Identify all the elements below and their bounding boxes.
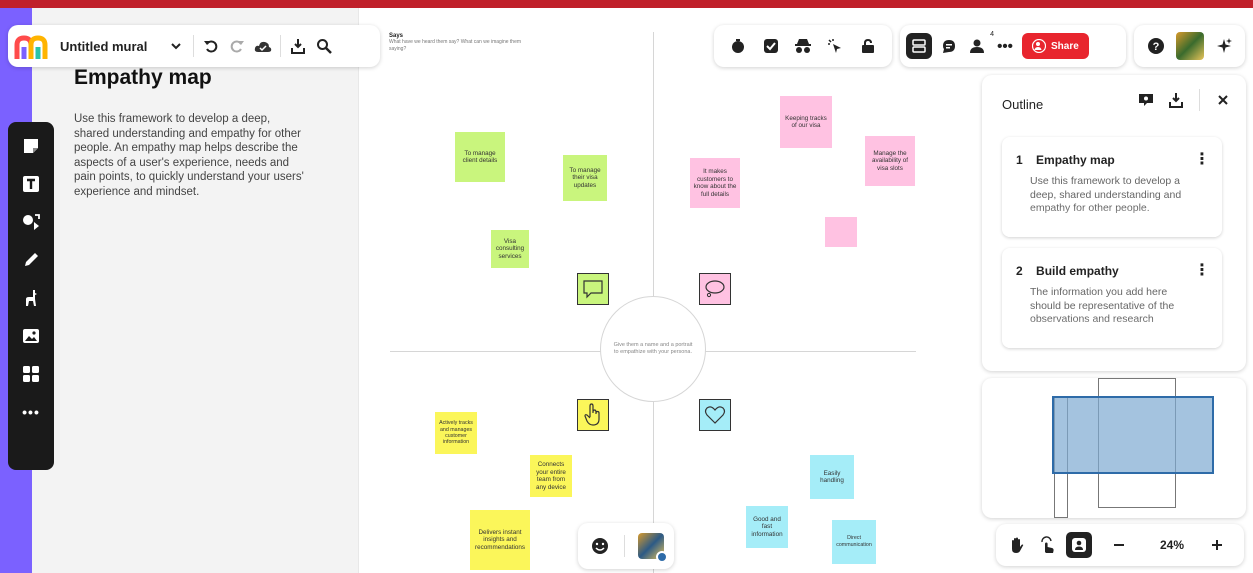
shapes-connectors-icon[interactable] — [19, 212, 43, 232]
sticky-note[interactable]: To manage their visa updates — [563, 155, 607, 201]
sticky-note[interactable]: Actively tracks and manages customer inf… — [435, 412, 477, 454]
select-tap-icon[interactable] — [1036, 534, 1058, 556]
user-avatar[interactable] — [1175, 32, 1204, 60]
ai-sparkle-icon[interactable] — [1213, 35, 1235, 57]
outline-toggle-button[interactable] — [906, 33, 932, 59]
sticky-note-icon[interactable] — [19, 136, 43, 156]
thinks-thought-icon — [699, 273, 731, 305]
kebab-menu-icon[interactable]: ⋮ — [1194, 260, 1210, 280]
minimap[interactable] — [982, 378, 1246, 518]
private-mode-icon[interactable] — [792, 35, 814, 57]
main-toolbar: Untitled mural — [8, 25, 380, 67]
zoom-level: 24% — [1160, 538, 1185, 552]
sticky-note[interactable]: Manage the availability of visa slots — [865, 136, 915, 186]
kebab-menu-icon[interactable]: ⋮ — [1194, 149, 1210, 169]
description-area — [32, 8, 328, 573]
participants-icon[interactable]: 4 — [966, 31, 994, 57]
mural-logo-icon[interactable] — [14, 31, 50, 61]
fade-overlay — [1002, 207, 1222, 237]
collaborator-avatar[interactable] — [637, 533, 668, 563]
toolbar-divider — [193, 35, 195, 57]
zoom-controls: 24% — [996, 524, 1244, 566]
image-upload-icon[interactable] — [19, 326, 43, 346]
does-hand-icon — [577, 399, 609, 431]
toolbar-divider — [280, 35, 282, 57]
facilitation-tools — [714, 25, 892, 67]
template-description: Use this framework to develop a deep, sh… — [74, 113, 304, 198]
feels-heart-icon — [699, 399, 731, 431]
outline-item-number: 1 — [1016, 153, 1023, 167]
text-tool-icon[interactable] — [19, 174, 43, 194]
outline-item[interactable]: 2 Build empathy ⋮ The information you ad… — [1002, 248, 1222, 348]
chevron-down-icon[interactable] — [163, 33, 189, 59]
voting-icon[interactable] — [760, 35, 782, 57]
sticky-note[interactable]: It makes customers to know about the ful… — [690, 158, 740, 208]
collaboration-bar: 4 ••• Share — [900, 25, 1126, 67]
template-title: Empathy map — [74, 66, 212, 89]
says-speech-icon — [577, 273, 609, 305]
close-icon[interactable] — [1212, 89, 1234, 111]
outline-panel: Outline 1 Empathy map ⋮ Use this framewo… — [982, 75, 1246, 371]
svg-text:?: ? — [1152, 41, 1159, 53]
outline-actions — [1135, 89, 1234, 111]
persona-circle[interactable]: Give them a name and a portrait to empat… — [600, 296, 706, 402]
cloud-sync-icon[interactable] — [250, 33, 276, 59]
emoji-reaction-icon[interactable] — [589, 535, 611, 557]
share-label: Share — [1051, 40, 1079, 52]
help-bar: ? — [1134, 25, 1245, 67]
outline-item[interactable]: 1 Empathy map ⋮ Use this framework to de… — [1002, 137, 1222, 237]
outline-export-icon[interactable] — [1165, 89, 1187, 111]
outline-item-title: Empathy map — [1036, 153, 1115, 167]
pen-draw-icon[interactable] — [19, 250, 43, 270]
share-button[interactable]: Share — [1022, 33, 1089, 59]
says-subtitle: What have we heard them say? What can we… — [389, 39, 522, 52]
mural-title[interactable]: Untitled mural — [60, 39, 147, 54]
templates-llama-icon[interactable] — [19, 288, 43, 308]
outline-divider — [1199, 89, 1200, 111]
more-options-icon[interactable]: ••• — [994, 35, 1016, 57]
sticky-note[interactable]: To manage client details — [455, 132, 505, 182]
presenter-mode-icon[interactable] — [1066, 532, 1092, 558]
search-icon[interactable] — [311, 33, 337, 59]
persona-prompt: Give them a name and a portrait to empat… — [613, 342, 693, 355]
lock-icon[interactable] — [857, 35, 879, 57]
reactions-bar — [578, 523, 674, 569]
zoom-in-icon[interactable] — [1206, 534, 1228, 556]
outline-item-title: Build empathy — [1036, 264, 1119, 278]
sticky-note[interactable]: Delivers instant insights and recommenda… — [470, 510, 530, 570]
participants-count: 4 — [990, 31, 994, 38]
outline-item-number: 2 — [1016, 264, 1023, 278]
says-section-label: Says What have we heard them say? What c… — [389, 33, 529, 53]
sticky-note[interactable]: Easily handling — [810, 455, 854, 499]
outline-title: Outline — [1002, 97, 1044, 112]
minimap-viewport[interactable] — [1052, 396, 1214, 474]
present-icon[interactable] — [1135, 89, 1157, 111]
timer-icon[interactable] — [727, 35, 749, 57]
sticky-note[interactable]: Keeping tracks of our visa — [780, 96, 832, 148]
sticky-note[interactable]: Visa consulting services — [491, 230, 529, 268]
top-accent-bar — [0, 0, 1253, 8]
outline-item-heading: 2 Build empathy — [1016, 264, 1119, 278]
empathy-map-board[interactable] — [358, 8, 962, 573]
zoom-out-icon[interactable] — [1108, 534, 1130, 556]
summon-cursor-icon[interactable] — [824, 35, 846, 57]
sticky-note[interactable]: Direct communication — [832, 520, 876, 564]
more-tools-icon[interactable]: ••• — [19, 402, 43, 422]
undo-icon[interactable] — [198, 33, 224, 59]
chat-icon[interactable] — [938, 35, 960, 57]
export-icon[interactable] — [285, 33, 311, 59]
redo-icon[interactable] — [224, 33, 250, 59]
presenter-badge-icon — [655, 551, 668, 563]
hand-pan-icon[interactable] — [1006, 534, 1028, 556]
fade-overlay — [1002, 318, 1222, 348]
outline-item-heading: 1 Empathy map — [1016, 153, 1115, 167]
add-user-icon — [1032, 39, 1046, 53]
left-tool-rail: ••• — [8, 122, 54, 470]
apps-grid-icon[interactable] — [19, 364, 43, 384]
sticky-note[interactable]: Good and fast information — [746, 506, 788, 548]
sticky-note[interactable]: Connects your entire team from any devic… — [530, 455, 572, 497]
sticky-note[interactable] — [825, 217, 857, 247]
help-icon[interactable]: ? — [1145, 35, 1167, 57]
reaction-divider — [623, 535, 625, 557]
